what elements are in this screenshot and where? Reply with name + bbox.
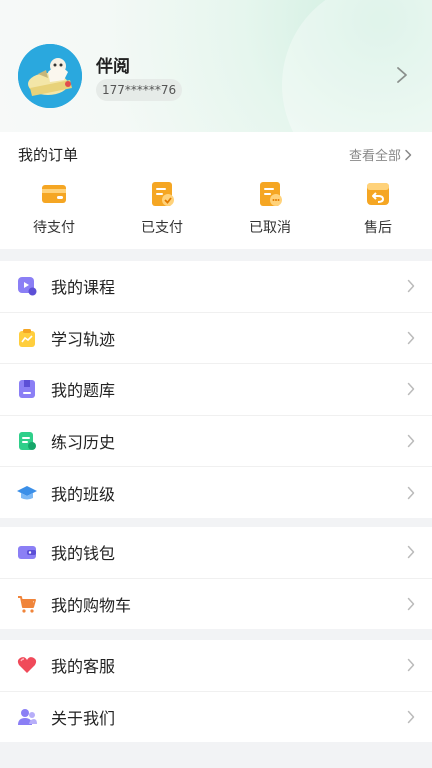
chevron-right-icon bbox=[407, 710, 415, 724]
paid-icon bbox=[152, 182, 174, 206]
chevron-right-icon[interactable] bbox=[396, 66, 408, 84]
view-all-label: 查看全部 bbox=[348, 149, 401, 164]
order-label: 已支付 bbox=[141, 220, 183, 236]
menu-item-label: 我的题库 bbox=[51, 381, 116, 401]
heart-icon bbox=[17, 657, 37, 674]
chevron-right-icon bbox=[407, 331, 415, 345]
chevron-right-icon bbox=[407, 546, 415, 559]
practice-history-icon bbox=[19, 432, 36, 451]
class-icon bbox=[17, 485, 37, 500]
username: 伴阅 bbox=[96, 57, 130, 77]
menu-item-label: 练习历史 bbox=[51, 433, 116, 453]
chevron-right-icon bbox=[407, 659, 415, 672]
order-pending-payment[interactable]: 待支付 bbox=[0, 180, 108, 237]
menu-item-about-us[interactable]: 关于我们 bbox=[0, 692, 432, 743]
chevron-right-icon bbox=[407, 280, 415, 293]
menu-item-label: 我的客服 bbox=[51, 657, 116, 677]
wallet-icon bbox=[18, 546, 36, 560]
menu-item-my-wallet[interactable]: 我的钱包 bbox=[0, 527, 432, 579]
menu-item-label: 我的钱包 bbox=[51, 544, 116, 564]
menu-item-label: 关于我们 bbox=[51, 708, 116, 728]
about-us-icon bbox=[18, 708, 37, 725]
order-paid[interactable]: 已支付 bbox=[108, 180, 216, 237]
order-label: 已取消 bbox=[249, 220, 291, 236]
menu-item-shopping-cart[interactable]: 我的购物车 bbox=[0, 579, 432, 630]
menu-group-support: 我的客服 关于我们 bbox=[0, 640, 432, 743]
profile-header[interactable]: 伴阅 177******76 bbox=[0, 0, 432, 132]
menu-item-my-courses[interactable]: 我的课程 bbox=[0, 261, 432, 313]
order-cancelled[interactable]: 已取消 bbox=[216, 180, 324, 237]
chevron-right-icon bbox=[405, 149, 412, 160]
menu-item-my-class[interactable]: 我的班级 bbox=[0, 467, 432, 518]
chevron-right-icon bbox=[407, 486, 415, 499]
cancelled-icon bbox=[260, 182, 282, 206]
menu-item-label: 我的购物车 bbox=[51, 595, 132, 615]
orders-title: 我的订单 bbox=[18, 146, 79, 164]
after-sale-icon bbox=[367, 183, 389, 205]
learning-track-icon bbox=[19, 328, 35, 347]
menu-item-label: 我的班级 bbox=[51, 484, 116, 504]
phone-number: 177******76 bbox=[96, 79, 183, 101]
view-all-orders-link[interactable]: 查看全部 bbox=[349, 145, 412, 164]
menu-item-label: 我的课程 bbox=[51, 278, 116, 298]
menu-item-customer-service[interactable]: 我的客服 bbox=[0, 640, 432, 692]
menu-item-label: 学习轨迹 bbox=[51, 329, 116, 349]
menu-item-learning-track[interactable]: 学习轨迹 bbox=[0, 313, 432, 365]
order-label: 待支付 bbox=[33, 220, 75, 236]
chevron-right-icon bbox=[407, 434, 415, 448]
order-label: 售后 bbox=[364, 220, 392, 236]
order-after-sale[interactable]: 售后 bbox=[324, 180, 432, 237]
menu-group-learning: 我的课程 学习轨迹 我的题库 练习历史 我的班级 bbox=[0, 261, 432, 518]
chevron-right-icon bbox=[407, 597, 415, 611]
question-bank-icon bbox=[19, 380, 35, 399]
menu-item-practice-history[interactable]: 练习历史 bbox=[0, 416, 432, 468]
header-decoration bbox=[282, 0, 432, 132]
course-icon bbox=[18, 277, 37, 296]
avatar[interactable] bbox=[18, 44, 82, 108]
cart-icon bbox=[18, 595, 36, 613]
wallet-pending-icon bbox=[42, 185, 66, 203]
orders-section: 我的订单 查看全部 待支付 已支付 已取消 售后 bbox=[0, 132, 432, 249]
chevron-right-icon bbox=[407, 383, 415, 396]
menu-group-shopping: 我的钱包 我的购物车 bbox=[0, 527, 432, 630]
menu-item-question-bank[interactable]: 我的题库 bbox=[0, 364, 432, 416]
